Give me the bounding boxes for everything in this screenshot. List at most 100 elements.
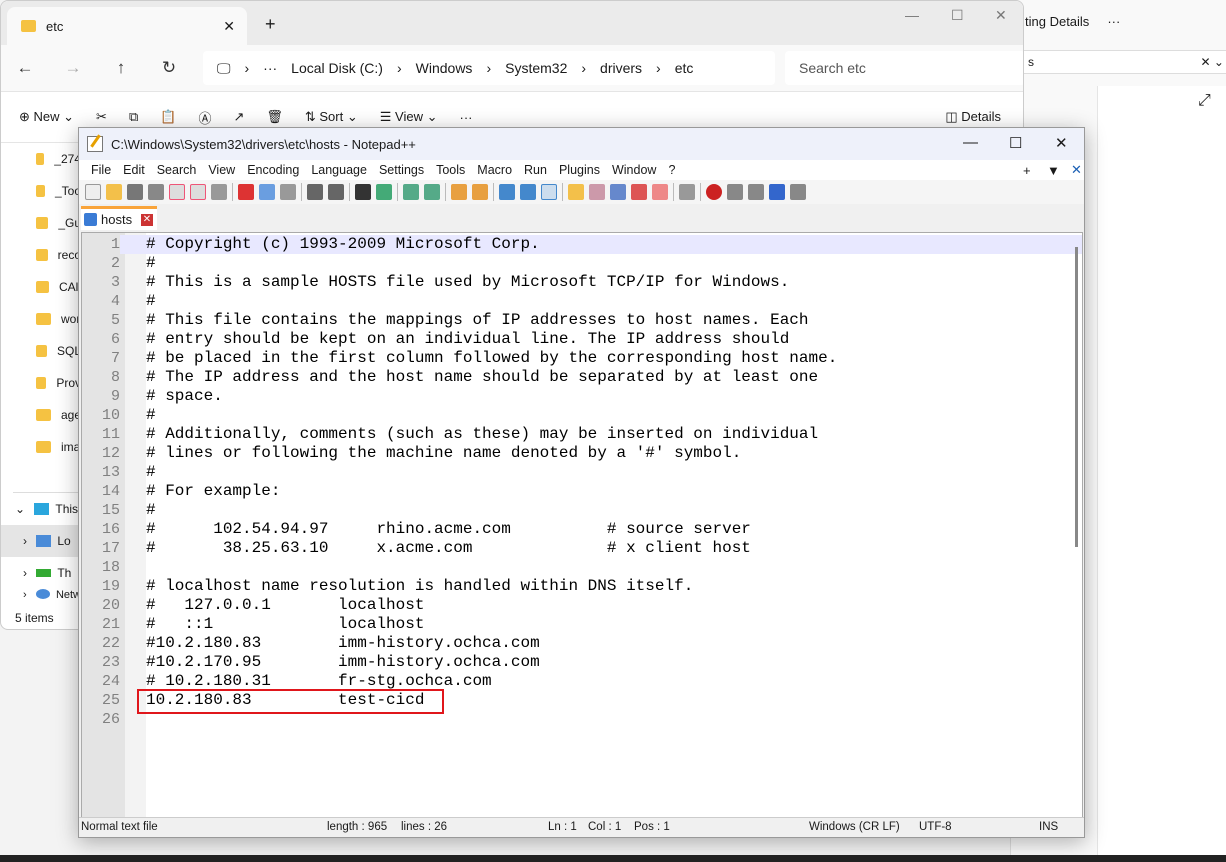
new-file-icon[interactable] <box>85 184 101 200</box>
sidebar-item[interactable]: Prov <box>1 367 81 399</box>
code-line[interactable]: 4 # <box>82 292 1082 311</box>
code-line[interactable]: 17 # 38.25.63.10 x.acme.com # x client ho… <box>82 539 1082 558</box>
menu-file[interactable]: File <box>85 163 117 177</box>
indent-guide-icon[interactable] <box>541 184 557 200</box>
menu-search[interactable]: Search <box>151 163 203 177</box>
doc-map-icon[interactable] <box>589 184 605 200</box>
play-macro-icon[interactable] <box>748 184 764 200</box>
sidebar-item[interactable]: SQL <box>1 335 81 367</box>
stop-macro-icon[interactable] <box>727 184 743 200</box>
code-line[interactable]: 16 # 102.54.94.97 rhino.acme.com # source… <box>82 520 1082 539</box>
status-eol[interactable]: Windows (CR LF) <box>809 821 900 833</box>
menu-plugins[interactable]: Plugins <box>553 163 606 177</box>
code-line[interactable]: 18 <box>82 558 1082 577</box>
status-insert-mode[interactable]: INS <box>1039 821 1058 833</box>
close-doc-icon[interactable]: ✕ <box>1065 162 1088 178</box>
save-icon[interactable] <box>127 184 143 200</box>
refresh-icon[interactable]: ↻ <box>145 58 193 78</box>
code-line[interactable]: 15 # <box>82 501 1082 520</box>
details-button[interactable]: ◫ Details <box>945 109 1001 125</box>
sidebar-item[interactable]: reco <box>1 239 81 271</box>
undo-icon[interactable] <box>307 184 323 200</box>
share-icon[interactable]: ↗ <box>233 109 244 125</box>
code-line[interactable]: 5 # This file contains the mappings of IP… <box>82 311 1082 330</box>
run-macro-multiple-icon[interactable] <box>769 184 785 200</box>
code-line[interactable]: 3 # This is a sample HOSTS file used by M… <box>82 273 1082 292</box>
code-line[interactable]: 13 # <box>82 463 1082 482</box>
menu-language[interactable]: Language <box>305 163 373 177</box>
menu-encoding[interactable]: Encoding <box>241 163 305 177</box>
code-line[interactable]: 2 # <box>82 254 1082 273</box>
close-tab-icon[interactable]: ✕ <box>223 18 235 35</box>
code-line[interactable]: 22 #10.2.180.83 imm-history.ochca.com <box>82 634 1082 653</box>
menu-help[interactable]: ? <box>662 163 681 177</box>
code-line[interactable]: 21 # ::1 localhost <box>82 615 1082 634</box>
ellipsis[interactable]: ··· <box>263 60 277 76</box>
status-encoding[interactable]: UTF-8 <box>919 821 952 833</box>
sidebar-item[interactable]: _Too <box>1 175 81 207</box>
dropdown-icon[interactable]: ▼ <box>1041 163 1066 178</box>
code-line[interactable]: 11 # Additionally, comments (such as thes… <box>82 425 1082 444</box>
close-button[interactable]: ✕ <box>995 7 1007 24</box>
sidebar-item[interactable]: _Gu <box>1 207 81 239</box>
sidebar-item[interactable]: _274 <box>1 143 81 175</box>
sort-button[interactable]: ⇅ Sort ⌄ <box>305 109 358 125</box>
code-line[interactable]: 6 # entry should be kept on an individual… <box>82 330 1082 349</box>
code-line[interactable]: 10 # <box>82 406 1082 425</box>
crumb-drivers[interactable]: drivers <box>600 60 642 76</box>
word-wrap-icon[interactable] <box>499 184 515 200</box>
code-line[interactable]: 1 # Copyright (c) 1993-2009 Microsoft Cor… <box>82 235 1082 254</box>
sync-h-icon[interactable] <box>472 184 488 200</box>
close-file-icon[interactable] <box>169 184 185 200</box>
code-line[interactable]: 19 # localhost name resolution is handled… <box>82 577 1082 596</box>
close-all-icon[interactable] <box>190 184 206 200</box>
new-tab-button[interactable]: + <box>265 14 276 35</box>
view-button[interactable]: ☰ View ⌄ <box>380 109 438 125</box>
menu-view[interactable]: View <box>202 163 241 177</box>
code-line[interactable]: 8 # The IP address and the host name shou… <box>82 368 1082 387</box>
minimize-button[interactable]: — <box>963 134 978 151</box>
vertical-scrollbar[interactable] <box>1075 247 1078 547</box>
open-file-icon[interactable] <box>106 184 122 200</box>
sync-v-icon[interactable] <box>451 184 467 200</box>
forward-icon[interactable]: → <box>49 58 97 78</box>
close-icon[interactable]: ✕ ⌄ <box>1201 55 1224 69</box>
menu-settings[interactable]: Settings <box>373 163 430 177</box>
sidebar-local-disk[interactable]: › Lo <box>1 525 81 557</box>
up-icon[interactable]: ↑ <box>97 58 145 78</box>
new-button[interactable]: ⊕ New ⌄ <box>19 109 74 125</box>
maximize-button[interactable]: ☐ <box>951 7 964 24</box>
code-line[interactable]: 14 # For example: <box>82 482 1082 501</box>
code-line[interactable]: 12 # lines or following the machine name … <box>82 444 1082 463</box>
sidebar-item[interactable]: ima <box>1 431 81 463</box>
folder-workspace-icon[interactable] <box>652 184 668 200</box>
menu-window[interactable]: Window <box>606 163 662 177</box>
crumb-windows[interactable]: Windows <box>416 60 473 76</box>
menu-run[interactable]: Run <box>518 163 553 177</box>
bg-search[interactable]: s ✕ ⌄ <box>1023 50 1226 74</box>
back-icon[interactable]: ← <box>1 58 49 78</box>
more-button[interactable]: ··· <box>460 110 473 125</box>
crumb-local-disk[interactable]: Local Disk (C:) <box>291 60 383 76</box>
paste-icon[interactable] <box>280 184 296 200</box>
code-line[interactable]: 20 # 127.0.0.1 localhost <box>82 596 1082 615</box>
paste-icon[interactable]: 📋 <box>160 109 176 125</box>
explorer-tab[interactable]: etc ✕ <box>7 7 247 45</box>
udl-icon[interactable] <box>568 184 584 200</box>
minimize-button[interactable]: — <box>905 7 919 23</box>
sidebar-item[interactable]: CAll <box>1 271 81 303</box>
copy-icon[interactable] <box>259 184 275 200</box>
save-macro-icon[interactable] <box>790 184 806 200</box>
text-editor[interactable]: 1 # Copyright (c) 1993-2009 Microsoft Cor… <box>81 232 1083 818</box>
sidebar-item[interactable]: wor <box>1 303 81 335</box>
monitoring-icon[interactable] <box>679 184 695 200</box>
code-line[interactable]: 9 # space. <box>82 387 1082 406</box>
redo-icon[interactable] <box>328 184 344 200</box>
maximize-button[interactable]: ☐ <box>1009 134 1022 152</box>
sidebar-item[interactable]: age <box>1 399 81 431</box>
show-all-chars-icon[interactable] <box>520 184 536 200</box>
breadcrumb[interactable]: 🖵 › ··· Local Disk (C:) › Windows › System32… <box>203 51 775 85</box>
sidebar-drive[interactable]: › Th <box>1 557 81 589</box>
more-button[interactable]: ··· <box>1107 14 1120 29</box>
code-line[interactable]: 23 #10.2.170.95 imm-history.ochca.com <box>82 653 1082 672</box>
